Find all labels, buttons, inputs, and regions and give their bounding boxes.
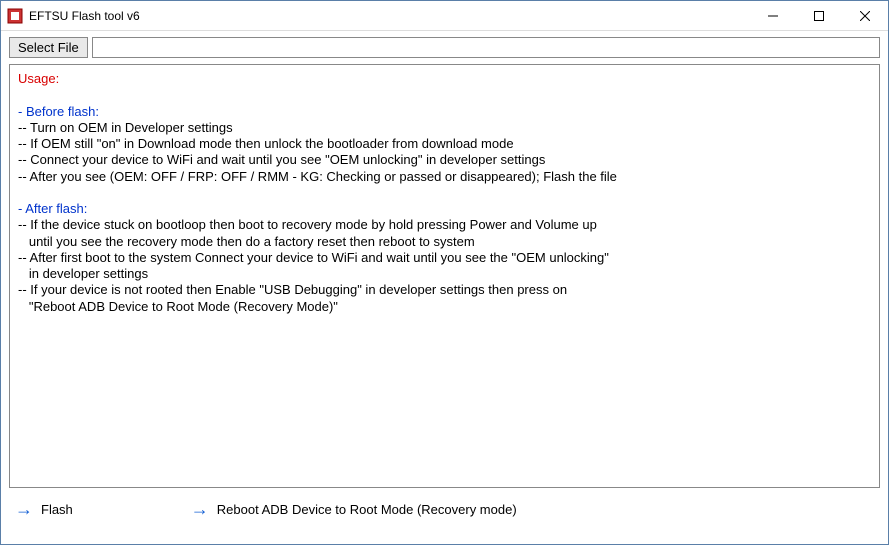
usage-line: in developer settings xyxy=(18,266,871,282)
arrow-right-icon: → xyxy=(15,500,33,518)
app-icon xyxy=(7,8,23,24)
usage-panel: Usage: - Before flash: -- Turn on OEM in… xyxy=(9,64,880,488)
arrow-right-icon: → xyxy=(191,500,209,518)
usage-line: -- If the device stuck on bootloop then … xyxy=(18,217,871,233)
after-flash-heading: - After flash: xyxy=(18,201,871,217)
usage-line: -- After first boot to the system Connec… xyxy=(18,250,871,266)
bottom-bar: → Flash → Reboot ADB Device to Root Mode… xyxy=(1,494,888,526)
flash-action[interactable]: → Flash xyxy=(15,500,73,518)
flash-label: Flash xyxy=(41,502,73,517)
reboot-label: Reboot ADB Device to Root Mode (Recovery… xyxy=(217,502,517,517)
usage-line: -- If OEM still "on" in Download mode th… xyxy=(18,136,871,152)
title-bar: EFTSU Flash tool v6 xyxy=(1,1,888,31)
select-file-button[interactable]: Select File xyxy=(9,37,88,58)
before-flash-heading: - Before flash: xyxy=(18,104,871,120)
usage-line: until you see the recovery mode then do … xyxy=(18,234,871,250)
usage-line: -- After you see (OEM: OFF / FRP: OFF / … xyxy=(18,169,871,185)
file-path-input[interactable] xyxy=(92,37,880,58)
usage-heading: Usage: xyxy=(18,71,871,87)
usage-line: -- Turn on OEM in Developer settings xyxy=(18,120,871,136)
toolbar: Select File xyxy=(1,31,888,62)
maximize-button[interactable] xyxy=(796,1,842,30)
window-controls xyxy=(750,1,888,30)
minimize-button[interactable] xyxy=(750,1,796,30)
close-button[interactable] xyxy=(842,1,888,30)
usage-line: -- Connect your device to WiFi and wait … xyxy=(18,152,871,168)
reboot-action[interactable]: → Reboot ADB Device to Root Mode (Recove… xyxy=(191,500,517,518)
usage-line: -- If your device is not rooted then Ena… xyxy=(18,282,871,298)
window-title: EFTSU Flash tool v6 xyxy=(29,9,750,23)
usage-line: "Reboot ADB Device to Root Mode (Recover… xyxy=(18,299,871,315)
